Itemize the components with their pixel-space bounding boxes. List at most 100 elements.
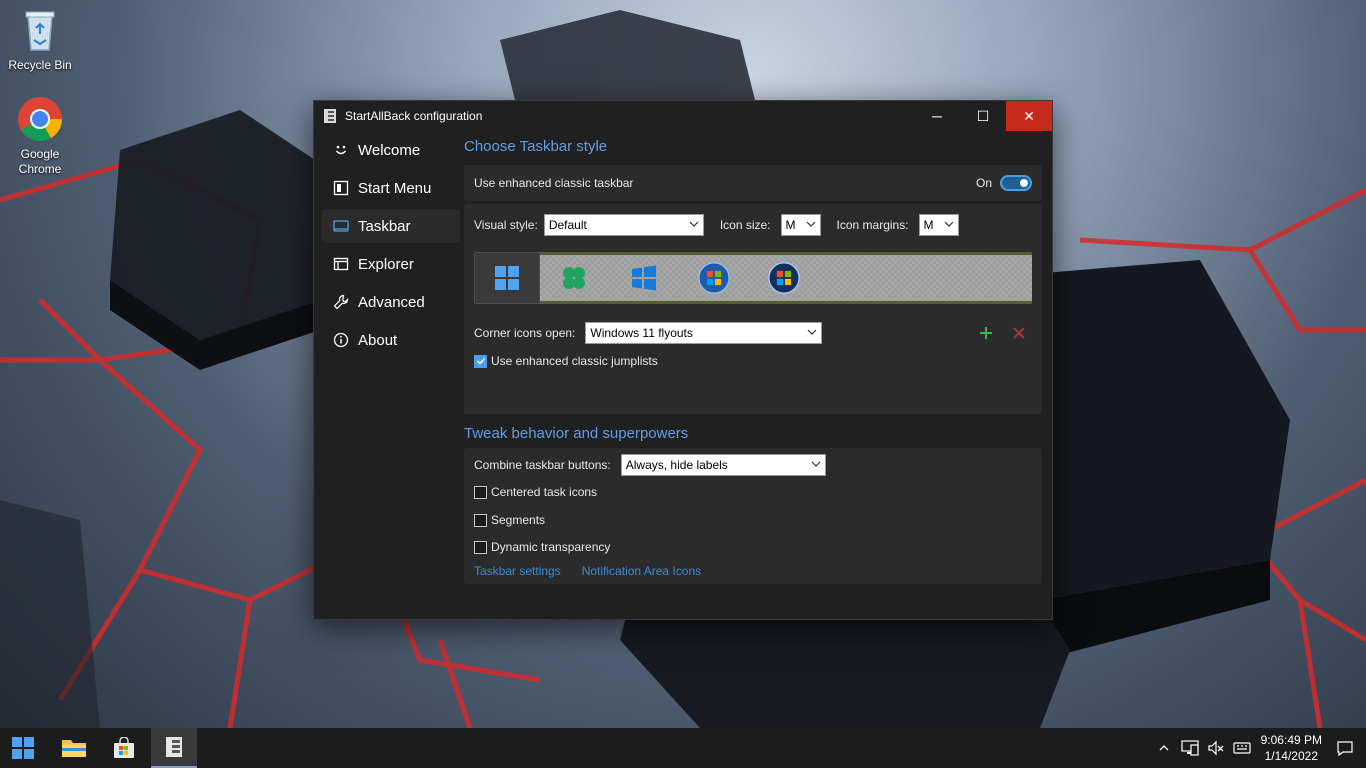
dynamic-transparency-checkbox[interactable] [474, 540, 487, 554]
clock-time: 9:06:49 PM [1260, 733, 1322, 747]
recycle-bin-icon [16, 6, 64, 54]
system-clock[interactable]: 9:06:49 PM 1/14/2022 [1261, 732, 1322, 764]
add-icon[interactable] [978, 325, 994, 344]
close-button[interactable]: ✕ [1006, 101, 1052, 131]
desktop-icon-recycle-bin[interactable]: Recycle Bin [2, 6, 78, 72]
segments-checkbox[interactable] [474, 513, 487, 527]
icon-size-select[interactable]: M [780, 214, 821, 236]
chrome-icon [16, 95, 64, 143]
green-logo-icon [563, 267, 585, 289]
nav-item-about[interactable]: About [322, 323, 460, 357]
combine-buttons-select[interactable]: Always, hide labels [620, 454, 826, 476]
style-option-vista[interactable] [768, 262, 800, 294]
icon-size-label: Icon size: [719, 218, 771, 232]
windows-taskbar: 9:06:49 PM 1/14/2022 [0, 728, 1366, 768]
chevron-down-icon [811, 461, 821, 467]
corner-icons-value: Windows 11 flyouts [590, 326, 693, 340]
nav-item-explorer[interactable]: Explorer [322, 247, 460, 281]
visual-style-label: Visual style: [474, 218, 538, 232]
notification-area-icons-link[interactable]: Notification Area Icons [582, 564, 701, 578]
system-tray: 9:06:49 PM 1/14/2022 [1151, 728, 1366, 768]
visual-style-value: Default [548, 218, 587, 232]
startallback-app-icon [323, 108, 337, 124]
startallback-window: StartAllBack configuration ─ ☐ ✕ Welcome… [313, 100, 1053, 620]
desktop-icon-label: Recycle Bin [8, 58, 72, 72]
desktop-icon-label: Google Chrome [18, 147, 62, 176]
nav-item-welcome[interactable]: Welcome [322, 133, 460, 167]
folder-icon [332, 255, 350, 273]
segments-label: Segments [491, 513, 546, 527]
window-title: StartAllBack configuration [345, 109, 483, 123]
dynamic-transparency-label: Dynamic transparency [491, 540, 611, 554]
icon-margins-label: Icon margins: [836, 218, 909, 232]
store-icon [114, 737, 134, 758]
notifications-icon[interactable] [1332, 728, 1358, 768]
chevron-down-icon [806, 221, 815, 227]
maximize-button[interactable]: ☐ [960, 101, 1006, 131]
combine-buttons-value: Always, hide labels [625, 458, 728, 472]
jumplists-checkbox[interactable] [474, 354, 487, 368]
chevron-down-icon [807, 329, 817, 335]
nav-item-label: Welcome [358, 141, 421, 159]
taskbar-style-card: Visual style: Default Icon size: M Icon … [464, 204, 1042, 414]
centered-icons-checkbox[interactable] [474, 485, 487, 499]
start-menu-icon [332, 179, 350, 197]
icon-margins-select[interactable]: M [918, 214, 959, 236]
keyboard-icon[interactable] [1229, 728, 1255, 768]
file-explorer-icon [62, 740, 86, 757]
show-hidden-icons-chevron[interactable] [1151, 728, 1177, 768]
section-title-tweak: Tweak behavior and superpowers [464, 425, 689, 442]
start-button[interactable] [0, 728, 46, 768]
settings-content: Choose Taskbar style Use enhanced classi… [464, 133, 1042, 584]
jumplists-label: Use enhanced classic jumplists [491, 354, 658, 368]
windows-11-logo-icon [495, 266, 519, 290]
windows-vista-orb-icon [768, 262, 800, 294]
corner-icons-select[interactable]: Windows 11 flyouts [585, 322, 823, 344]
tweak-card: Combine taskbar buttons: Always, hide la… [464, 448, 1042, 584]
visual-style-select[interactable]: Default [543, 214, 704, 236]
centered-icons-label: Centered task icons [491, 485, 598, 499]
taskbar-file-explorer[interactable] [51, 728, 97, 768]
style-option-windows-10[interactable] [628, 262, 660, 294]
title-bar[interactable]: StartAllBack configuration ─ ☐ ✕ [314, 101, 1052, 131]
minimize-button[interactable]: ─ [914, 101, 960, 131]
chevron-down-icon [944, 221, 953, 227]
sidebar-nav: Welcome Start Menu Taskbar Explorer Adva… [322, 133, 460, 361]
nav-item-start-menu[interactable]: Start Menu [322, 171, 460, 205]
corner-icons-label: Corner icons open: [474, 326, 576, 340]
startallback-app-icon [166, 737, 182, 757]
remove-icon[interactable] [1011, 325, 1027, 344]
smile-icon [332, 141, 350, 159]
taskbar-settings-link[interactable]: Taskbar settings [474, 564, 561, 578]
nav-item-advanced[interactable]: Advanced [322, 285, 460, 319]
nav-item-label: Explorer [358, 255, 414, 273]
taskbar-microsoft-store[interactable] [101, 728, 147, 768]
taskbar-icon [332, 217, 350, 235]
enhanced-taskbar-label: Use enhanced classic taskbar [474, 176, 634, 190]
taskbar-style-picker [474, 252, 1032, 304]
info-icon [332, 331, 350, 349]
network-icon[interactable] [1177, 728, 1203, 768]
nav-item-label: Advanced [358, 293, 425, 311]
style-option-windows-7[interactable] [698, 262, 730, 294]
windows-logo-icon [12, 737, 34, 759]
icon-margins-value: M [923, 218, 934, 232]
nav-item-label: Start Menu [358, 179, 432, 197]
taskbar-startallback[interactable] [151, 728, 197, 768]
toggle-state-label: On [975, 176, 992, 190]
style-option-green[interactable] [558, 262, 590, 294]
desktop-icon-google-chrome[interactable]: Google Chrome [2, 95, 78, 177]
style-option-windows-11[interactable] [474, 252, 540, 304]
icon-size-value: M [785, 218, 796, 232]
enhanced-taskbar-toggle[interactable] [1000, 175, 1032, 191]
enhanced-taskbar-row: Use enhanced classic taskbar On [464, 165, 1042, 201]
combine-buttons-label: Combine taskbar buttons: [474, 458, 611, 472]
chevron-down-icon [689, 221, 699, 227]
section-title-taskbar-style: Choose Taskbar style [464, 138, 608, 155]
nav-item-label: Taskbar [358, 217, 411, 235]
clock-date: 1/14/2022 [1264, 749, 1318, 763]
nav-item-taskbar[interactable]: Taskbar [322, 209, 460, 243]
wrench-icon [332, 293, 350, 311]
windows-7-orb-icon [698, 262, 730, 294]
volume-muted-icon[interactable] [1203, 728, 1229, 768]
